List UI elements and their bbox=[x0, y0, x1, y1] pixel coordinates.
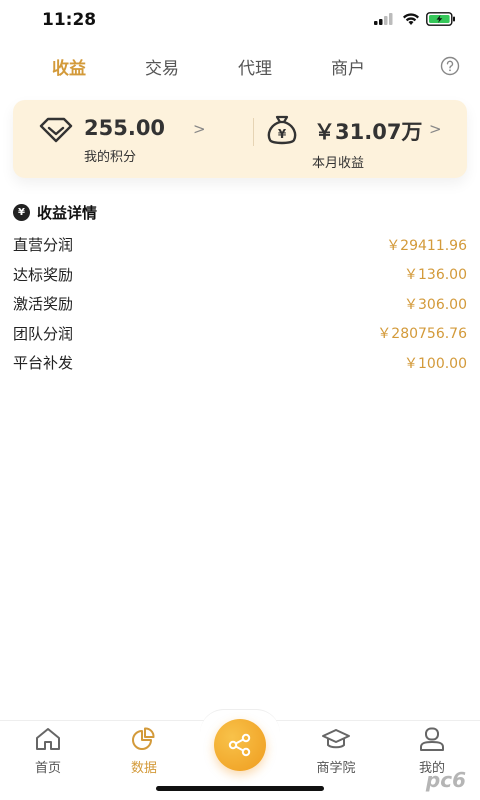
share-icon bbox=[228, 733, 251, 757]
row-label: 团队分润 bbox=[13, 324, 74, 343]
row-value: ￥306.00 bbox=[404, 296, 467, 313]
nav-home[interactable]: 首页 bbox=[18, 727, 78, 776]
tab-trade[interactable]: 交易 bbox=[145, 54, 179, 79]
points-label: 我的积分 bbox=[84, 150, 137, 165]
tab-agent[interactable]: 代理 bbox=[238, 54, 272, 79]
section-title: ¥ 收益详情 bbox=[13, 202, 97, 223]
monthly-income-value: ￥31.07万 bbox=[314, 120, 423, 144]
list-item: 直营分润 ￥29411.96 bbox=[13, 230, 467, 260]
home-indicator bbox=[156, 786, 324, 791]
row-value: ￥136.00 bbox=[404, 267, 467, 284]
battery-icon bbox=[426, 12, 455, 26]
nav-home-label: 首页 bbox=[34, 761, 61, 776]
points-block[interactable]: 255.00 我的积分 bbox=[84, 116, 165, 165]
svg-text:¥: ¥ bbox=[278, 127, 287, 141]
diamond-icon bbox=[39, 117, 73, 143]
yen-icon: ¥ bbox=[13, 204, 30, 221]
list-item: 激活奖励 ￥306.00 bbox=[13, 289, 467, 319]
status-icons bbox=[374, 12, 456, 26]
row-value: ￥280756.76 bbox=[377, 326, 467, 343]
top-tabs: 收益 交易 代理 商户 bbox=[0, 50, 480, 82]
share-button[interactable] bbox=[214, 719, 266, 771]
nav-business-school-label: 商学院 bbox=[316, 761, 356, 776]
graduation-cap-icon bbox=[322, 729, 350, 749]
tab-merchant[interactable]: 商户 bbox=[331, 54, 365, 79]
signal-icon bbox=[374, 13, 393, 25]
list-item: 达标奖励 ￥136.00 bbox=[13, 260, 467, 290]
list-item: 平台补发 ￥100.00 bbox=[13, 348, 467, 378]
nav-business-school[interactable]: 商学院 bbox=[306, 727, 366, 776]
row-label: 达标奖励 bbox=[13, 265, 74, 284]
row-label: 平台补发 bbox=[13, 354, 74, 373]
help-icon[interactable] bbox=[440, 56, 460, 76]
watermark: pc6 bbox=[425, 768, 466, 792]
money-bag-icon: ¥ bbox=[267, 115, 297, 145]
status-bar: 11:28 bbox=[0, 0, 480, 40]
monthly-income-block[interactable]: ￥31.07万 本月收益 bbox=[312, 116, 423, 171]
monthly-income-label: 本月收益 bbox=[312, 156, 365, 171]
income-detail-list: 直营分润 ￥29411.96 达标奖励 ￥136.00 激活奖励 ￥306.00… bbox=[13, 230, 467, 378]
pie-chart-icon bbox=[132, 727, 155, 750]
card-divider bbox=[253, 118, 254, 146]
nav-data-label: 数据 bbox=[130, 761, 157, 776]
summary-card: 255.00 我的积分 > ¥ ￥31.07万 本月收益 > bbox=[13, 100, 467, 178]
user-icon bbox=[420, 727, 444, 751]
list-item: 团队分润 ￥280756.76 bbox=[13, 319, 467, 349]
points-chevron-right-icon[interactable]: > bbox=[193, 120, 206, 138]
row-label: 激活奖励 bbox=[13, 295, 74, 314]
row-value: ￥29411.96 bbox=[386, 237, 467, 254]
nav-data[interactable]: 数据 bbox=[114, 727, 174, 776]
points-value: 255.00 bbox=[84, 116, 166, 140]
status-time: 11:28 bbox=[42, 10, 97, 30]
section-title-text: 收益详情 bbox=[37, 204, 98, 222]
row-value: ￥100.00 bbox=[404, 355, 467, 372]
tab-income[interactable]: 收益 bbox=[52, 54, 86, 79]
row-label: 直营分润 bbox=[13, 236, 74, 255]
income-chevron-right-icon[interactable]: > bbox=[429, 120, 442, 138]
home-icon bbox=[36, 728, 60, 750]
wifi-icon bbox=[403, 12, 419, 25]
